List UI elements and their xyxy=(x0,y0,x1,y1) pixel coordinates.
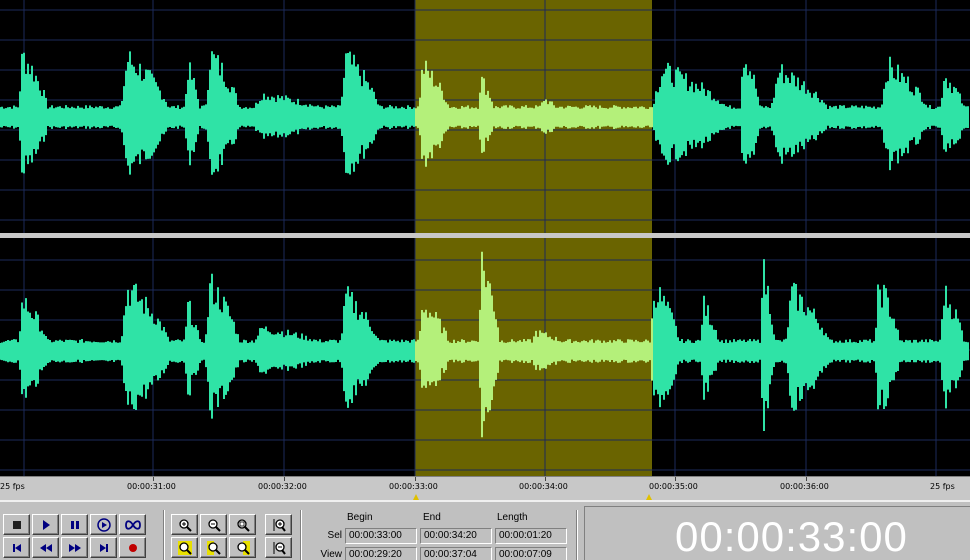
timeline-ruler[interactable]: 25 fps 25 fps 00:00:31:00 00:00:32:00 00… xyxy=(0,476,970,500)
ruler-tick xyxy=(806,477,807,481)
zoom-in-vertical-icon xyxy=(273,518,286,532)
record-button[interactable] xyxy=(119,537,146,558)
sel-length-field[interactable]: 00:00:01:20 xyxy=(495,528,567,544)
zoom-right-button[interactable] xyxy=(229,537,256,558)
view-end-field[interactable]: 00:00:37:04 xyxy=(420,547,492,560)
stop-button[interactable] xyxy=(3,514,30,535)
play-icon xyxy=(42,519,50,530)
ruler-tick xyxy=(545,477,546,481)
zoom-left-icon xyxy=(206,540,221,555)
ruler-tick xyxy=(284,477,285,481)
ruler-tick-label: 00:00:31:00 xyxy=(127,482,176,491)
ruler-tick-label: 00:00:33:00 xyxy=(389,482,438,491)
zoom-out-button[interactable] xyxy=(200,514,227,535)
fast-forward-icon xyxy=(68,543,81,552)
sel-row-label: Sel xyxy=(327,530,342,541)
zoom-full-icon xyxy=(236,518,250,532)
ruler-tick-label: 00:00:34:00 xyxy=(519,482,568,491)
separator xyxy=(300,510,302,560)
separator xyxy=(163,510,165,560)
ruler-tick-label: 00:00:35:00 xyxy=(649,482,698,491)
zoom-to-selection-button[interactable] xyxy=(171,537,198,558)
waveform-display[interactable] xyxy=(0,0,970,476)
zoom-right-icon xyxy=(236,540,250,555)
loop-icon xyxy=(124,519,141,530)
play-to-end-icon xyxy=(96,517,111,532)
go-to-start-icon xyxy=(12,543,21,552)
ruler-tick xyxy=(675,477,676,481)
play-to-end-button[interactable] xyxy=(90,514,117,535)
ruler-tick xyxy=(415,477,416,481)
rewind-icon xyxy=(39,543,52,552)
channel-divider xyxy=(0,233,970,238)
zoom-in-button[interactable] xyxy=(171,514,198,535)
separator xyxy=(576,510,578,560)
fast-forward-button[interactable] xyxy=(61,537,88,558)
zoom-out-icon xyxy=(207,518,221,532)
view-row-label: View xyxy=(320,549,343,560)
ruler-tick xyxy=(153,477,154,481)
ruler-tick-label: 00:00:32:00 xyxy=(258,482,307,491)
pause-icon xyxy=(70,520,79,529)
zoom-to-selection-icon xyxy=(177,540,192,555)
waveform-canvas[interactable] xyxy=(0,0,970,476)
go-to-end-icon xyxy=(99,543,108,552)
sel-begin-field[interactable]: 00:00:33:00 xyxy=(345,528,417,544)
play-button[interactable] xyxy=(32,514,59,535)
length-header: Length xyxy=(497,512,528,523)
zoom-full-button[interactable] xyxy=(229,514,256,535)
zoom-out-vertical-icon xyxy=(273,541,286,555)
zoom-left-button[interactable] xyxy=(200,537,227,558)
end-header: End xyxy=(423,512,441,523)
ruler-tick-label: 00:00:36:00 xyxy=(780,482,829,491)
view-length-field[interactable]: 00:00:07:09 xyxy=(495,547,567,560)
ruler-left-fps-label: 25 fps xyxy=(0,482,25,491)
record-icon xyxy=(128,543,137,552)
rewind-button[interactable] xyxy=(32,537,59,558)
pause-button[interactable] xyxy=(61,514,88,535)
view-begin-field[interactable]: 00:00:29:20 xyxy=(345,547,417,560)
ruler-right-fps-label: 25 fps xyxy=(930,482,955,491)
current-time-display: 00:00:33:00 xyxy=(675,513,908,560)
zoom-in-icon xyxy=(178,518,192,532)
begin-header: Begin xyxy=(347,512,373,523)
go-to-start-button[interactable] xyxy=(3,537,30,558)
loop-button[interactable] xyxy=(119,514,146,535)
zoom-in-vertical-button[interactable] xyxy=(265,514,292,535)
zoom-out-vertical-button[interactable] xyxy=(265,537,292,558)
go-to-end-button[interactable] xyxy=(90,537,117,558)
stop-icon xyxy=(12,520,21,529)
sel-end-field[interactable]: 00:00:34:20 xyxy=(420,528,492,544)
time-display-panel: 00:00:33:00 xyxy=(584,506,970,560)
